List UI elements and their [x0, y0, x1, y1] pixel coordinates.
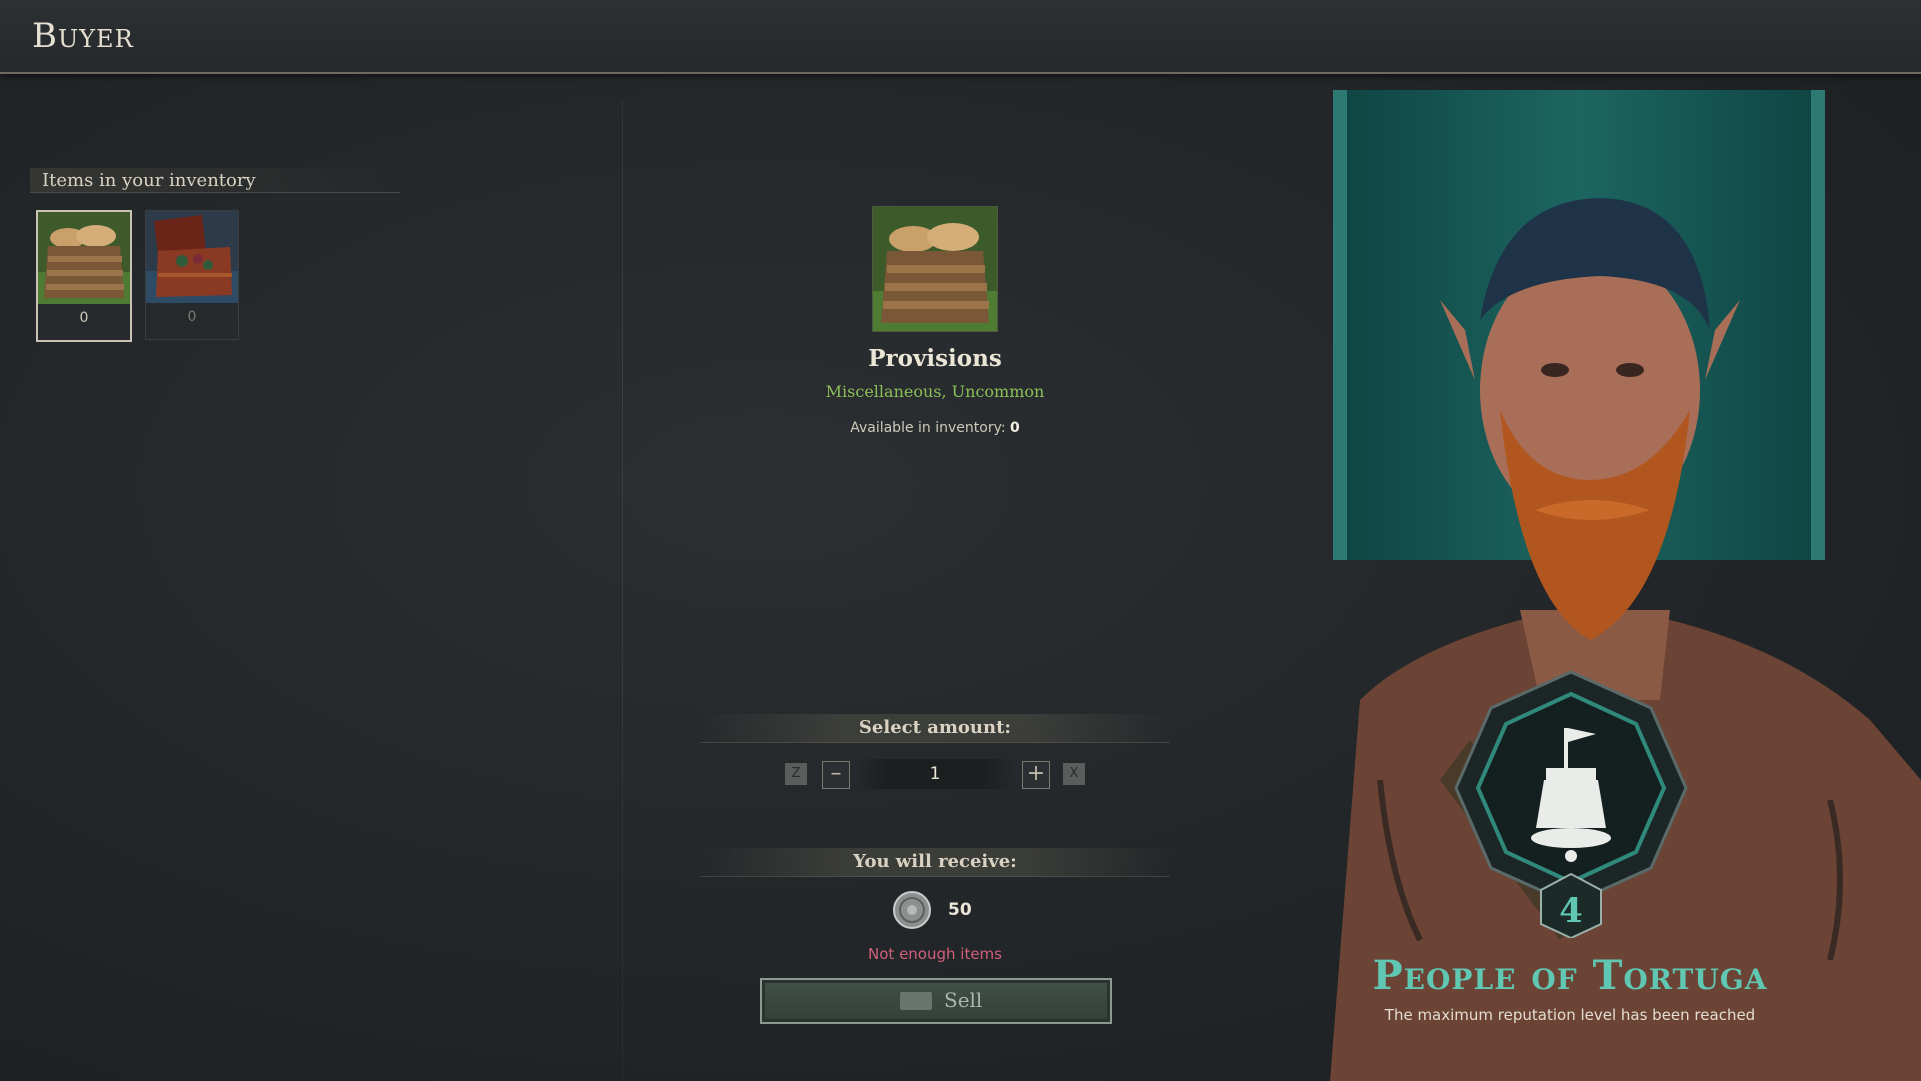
coin-icon: [893, 891, 931, 929]
amount-value[interactable]: 1: [855, 759, 1015, 789]
provisions-crate-icon: [872, 206, 998, 332]
provisions-crate-icon: [38, 212, 130, 304]
decrease-button[interactable]: –: [822, 761, 850, 789]
treasure-chest-icon: [146, 211, 238, 303]
inventory-title: Items in your inventory: [42, 170, 256, 191]
available-label: Available in inventory:: [850, 420, 1006, 436]
inventory-slot-provisions[interactable]: 0: [36, 210, 132, 342]
available-value: 0: [1010, 420, 1020, 436]
merchant-portrait: [1330, 198, 1921, 1081]
faction-level: 4: [1559, 891, 1583, 931]
column-divider: [622, 100, 623, 1080]
faction-name: People of Tortuga: [1372, 952, 1768, 999]
increase-button[interactable]: +: [1022, 761, 1050, 789]
reward: 50: [890, 890, 1000, 930]
warning-text: Not enough items: [868, 945, 1002, 963]
item-category: Miscellaneous, Uncommon: [825, 382, 1045, 401]
sell-label: Sell: [944, 988, 983, 1012]
plus-icon: +: [1026, 761, 1046, 786]
minus-icon: –: [830, 761, 842, 786]
top-bar: Buyer: [0, 0, 1921, 74]
available-in-inventory: Available in inventory: 0: [622, 420, 1248, 436]
item-name: Provisions: [868, 345, 1002, 372]
select-amount-title: Select amount:: [700, 714, 1170, 743]
decrease-key-hint: Z: [785, 763, 807, 785]
page-title: Buyer: [32, 16, 134, 56]
reward-value: 50: [948, 900, 972, 920]
receive-title: You will receive:: [700, 848, 1170, 877]
spacebar-key-icon: [900, 992, 932, 1010]
inventory-header: Items in your inventory: [30, 168, 400, 193]
faction-status: The maximum reputation level has been re…: [1384, 1006, 1756, 1024]
sell-button[interactable]: Sell: [760, 978, 1112, 1024]
increase-key-hint: X: [1063, 763, 1085, 785]
slot-count: 0: [187, 309, 197, 325]
inventory-slot-chest[interactable]: 0: [145, 210, 239, 340]
slot-count: 0: [79, 310, 89, 326]
faction-emblem: 4: [1454, 670, 1688, 938]
